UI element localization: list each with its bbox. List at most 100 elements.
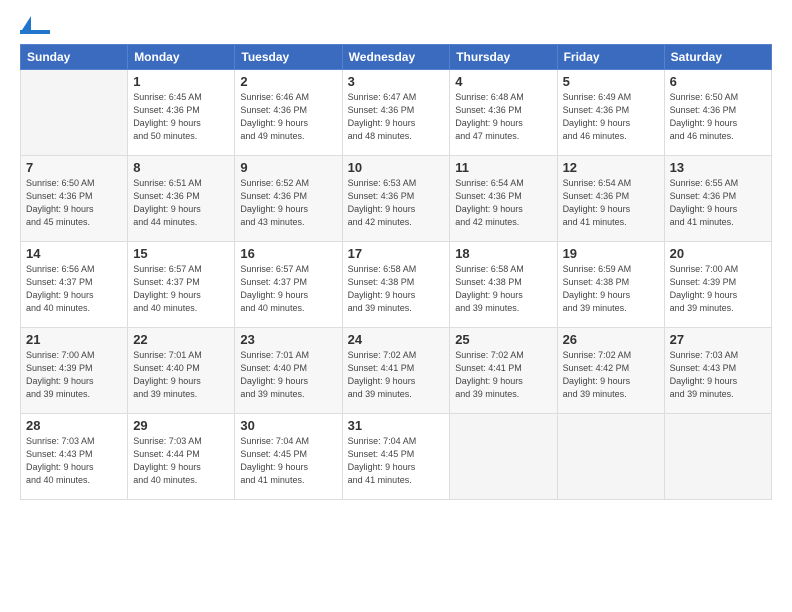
- day-number: 17: [348, 246, 445, 261]
- day-info: Sunrise: 7:04 AMSunset: 4:45 PMDaylight:…: [240, 435, 336, 487]
- day-info: Sunrise: 7:01 AMSunset: 4:40 PMDaylight:…: [133, 349, 229, 401]
- calendar-cell: 8 Sunrise: 6:51 AMSunset: 4:36 PMDaylight…: [128, 156, 235, 242]
- calendar-cell: [450, 414, 557, 500]
- calendar-cell: 9 Sunrise: 6:52 AMSunset: 4:36 PMDaylight…: [235, 156, 342, 242]
- day-info: Sunrise: 7:03 AMSunset: 4:43 PMDaylight:…: [26, 435, 122, 487]
- day-info: Sunrise: 6:50 AMSunset: 4:36 PMDaylight:…: [670, 91, 766, 143]
- header: [20, 18, 772, 34]
- logo-arrow-icon: [22, 16, 31, 30]
- logo: [20, 18, 52, 34]
- day-number: 9: [240, 160, 336, 175]
- day-info: Sunrise: 6:56 AMSunset: 4:37 PMDaylight:…: [26, 263, 122, 315]
- calendar-cell: 17 Sunrise: 6:58 AMSunset: 4:38 PMDayligh…: [342, 242, 450, 328]
- calendar-cell: 23Sunrise: 7:01 AMSunset: 4:40 PMDayligh…: [235, 328, 342, 414]
- calendar-cell: 16Sunrise: 6:57 AMSunset: 4:37 PMDayligh…: [235, 242, 342, 328]
- day-number: 10: [348, 160, 445, 175]
- weekday-header-thursday: Thursday: [450, 45, 557, 70]
- calendar-cell: 19 Sunrise: 6:59 AMSunset: 4:38 PMDayligh…: [557, 242, 664, 328]
- day-info: Sunrise: 6:59 AMSunset: 4:38 PMDaylight:…: [563, 263, 659, 315]
- calendar-cell: 21Sunrise: 7:00 AMSunset: 4:39 PMDayligh…: [21, 328, 128, 414]
- day-number: 2: [240, 74, 336, 89]
- day-info: Sunrise: 6:46 AMSunset: 4:36 PMDaylight:…: [240, 91, 336, 143]
- weekday-header-saturday: Saturday: [664, 45, 771, 70]
- calendar-cell: 2 Sunrise: 6:46 AMSunset: 4:36 PMDaylight…: [235, 70, 342, 156]
- calendar-cell: 13Sunrise: 6:55 AMSunset: 4:36 PMDayligh…: [664, 156, 771, 242]
- calendar-cell: 1 Sunrise: 6:45 AMSunset: 4:36 PMDaylight…: [128, 70, 235, 156]
- day-info: Sunrise: 7:02 AMSunset: 4:42 PMDaylight:…: [563, 349, 659, 401]
- calendar-cell: 20 Sunrise: 7:00 AMSunset: 4:39 PMDayligh…: [664, 242, 771, 328]
- day-number: 30: [240, 418, 336, 433]
- day-number: 27: [670, 332, 766, 347]
- calendar-header-row: SundayMondayTuesdayWednesdayThursdayFrid…: [21, 45, 772, 70]
- day-info: Sunrise: 6:54 AMSunset: 4:36 PMDaylight:…: [455, 177, 551, 229]
- day-info: Sunrise: 6:51 AMSunset: 4:36 PMDaylight:…: [133, 177, 229, 229]
- calendar-cell: 22 Sunrise: 7:01 AMSunset: 4:40 PMDayligh…: [128, 328, 235, 414]
- day-number: 13: [670, 160, 766, 175]
- day-info: Sunrise: 7:03 AMSunset: 4:43 PMDaylight:…: [670, 349, 766, 401]
- calendar-cell: 31 Sunrise: 7:04 AMSunset: 4:45 PMDayligh…: [342, 414, 450, 500]
- calendar-cell: 26 Sunrise: 7:02 AMSunset: 4:42 PMDayligh…: [557, 328, 664, 414]
- day-info: Sunrise: 6:53 AMSunset: 4:36 PMDaylight:…: [348, 177, 445, 229]
- calendar-cell: 4Sunrise: 6:48 AMSunset: 4:36 PMDaylight…: [450, 70, 557, 156]
- day-number: 5: [563, 74, 659, 89]
- calendar-cell: 14 Sunrise: 6:56 AMSunset: 4:37 PMDayligh…: [21, 242, 128, 328]
- calendar-cell: 7 Sunrise: 6:50 AMSunset: 4:36 PMDaylight…: [21, 156, 128, 242]
- day-info: Sunrise: 7:02 AMSunset: 4:41 PMDaylight:…: [455, 349, 551, 401]
- day-info: Sunrise: 7:01 AMSunset: 4:40 PMDaylight:…: [240, 349, 336, 401]
- calendar-week-row: 7 Sunrise: 6:50 AMSunset: 4:36 PMDaylight…: [21, 156, 772, 242]
- day-number: 11: [455, 160, 551, 175]
- day-info: Sunrise: 7:03 AMSunset: 4:44 PMDaylight:…: [133, 435, 229, 487]
- day-info: Sunrise: 6:45 AMSunset: 4:36 PMDaylight:…: [133, 91, 229, 143]
- day-number: 4: [455, 74, 551, 89]
- day-info: Sunrise: 6:57 AMSunset: 4:37 PMDaylight:…: [240, 263, 336, 315]
- calendar-cell: 11 Sunrise: 6:54 AMSunset: 4:36 PMDayligh…: [450, 156, 557, 242]
- day-number: 18: [455, 246, 551, 261]
- weekday-header-friday: Friday: [557, 45, 664, 70]
- calendar-week-row: 14 Sunrise: 6:56 AMSunset: 4:37 PMDayligh…: [21, 242, 772, 328]
- day-info: Sunrise: 7:04 AMSunset: 4:45 PMDaylight:…: [348, 435, 445, 487]
- page: SundayMondayTuesdayWednesdayThursdayFrid…: [0, 0, 792, 612]
- calendar-cell: 3 Sunrise: 6:47 AMSunset: 4:36 PMDaylight…: [342, 70, 450, 156]
- day-info: Sunrise: 6:58 AMSunset: 4:38 PMDaylight:…: [348, 263, 445, 315]
- day-info: Sunrise: 6:52 AMSunset: 4:36 PMDaylight:…: [240, 177, 336, 229]
- weekday-header-sunday: Sunday: [21, 45, 128, 70]
- day-number: 15: [133, 246, 229, 261]
- calendar-week-row: 1 Sunrise: 6:45 AMSunset: 4:36 PMDaylight…: [21, 70, 772, 156]
- day-info: Sunrise: 6:58 AMSunset: 4:38 PMDaylight:…: [455, 263, 551, 315]
- day-number: 31: [348, 418, 445, 433]
- day-number: 29: [133, 418, 229, 433]
- day-info: Sunrise: 6:49 AMSunset: 4:36 PMDaylight:…: [563, 91, 659, 143]
- calendar-cell: [557, 414, 664, 500]
- day-info: Sunrise: 6:57 AMSunset: 4:37 PMDaylight:…: [133, 263, 229, 315]
- calendar-week-row: 21Sunrise: 7:00 AMSunset: 4:39 PMDayligh…: [21, 328, 772, 414]
- calendar-cell: 5 Sunrise: 6:49 AMSunset: 4:36 PMDaylight…: [557, 70, 664, 156]
- day-info: Sunrise: 6:47 AMSunset: 4:36 PMDaylight:…: [348, 91, 445, 143]
- calendar-cell: [664, 414, 771, 500]
- calendar-cell: 28 Sunrise: 7:03 AMSunset: 4:43 PMDayligh…: [21, 414, 128, 500]
- calendar-cell: 15 Sunrise: 6:57 AMSunset: 4:37 PMDayligh…: [128, 242, 235, 328]
- day-number: 12: [563, 160, 659, 175]
- day-number: 22: [133, 332, 229, 347]
- day-number: 19: [563, 246, 659, 261]
- day-number: 7: [26, 160, 122, 175]
- day-info: Sunrise: 6:50 AMSunset: 4:36 PMDaylight:…: [26, 177, 122, 229]
- day-number: 14: [26, 246, 122, 261]
- day-number: 24: [348, 332, 445, 347]
- calendar-table: SundayMondayTuesdayWednesdayThursdayFrid…: [20, 44, 772, 500]
- day-info: Sunrise: 7:00 AMSunset: 4:39 PMDaylight:…: [670, 263, 766, 315]
- calendar-cell: [21, 70, 128, 156]
- day-number: 8: [133, 160, 229, 175]
- weekday-header-tuesday: Tuesday: [235, 45, 342, 70]
- day-number: 20: [670, 246, 766, 261]
- day-number: 28: [26, 418, 122, 433]
- day-number: 1: [133, 74, 229, 89]
- calendar-cell: 24Sunrise: 7:02 AMSunset: 4:41 PMDayligh…: [342, 328, 450, 414]
- calendar-week-row: 28 Sunrise: 7:03 AMSunset: 4:43 PMDayligh…: [21, 414, 772, 500]
- calendar-cell: 27 Sunrise: 7:03 AMSunset: 4:43 PMDayligh…: [664, 328, 771, 414]
- calendar-cell: 10 Sunrise: 6:53 AMSunset: 4:36 PMDayligh…: [342, 156, 450, 242]
- day-number: 3: [348, 74, 445, 89]
- calendar-cell: 25Sunrise: 7:02 AMSunset: 4:41 PMDayligh…: [450, 328, 557, 414]
- day-number: 6: [670, 74, 766, 89]
- day-number: 26: [563, 332, 659, 347]
- day-info: Sunrise: 7:00 AMSunset: 4:39 PMDaylight:…: [26, 349, 122, 401]
